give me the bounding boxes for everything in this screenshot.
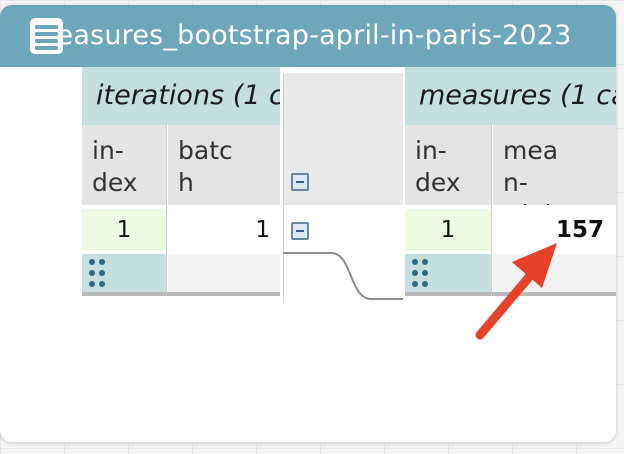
relation-curve	[283, 252, 403, 301]
relation-divider-column	[283, 73, 403, 303]
column-header-index[interactable]: in- dex	[82, 125, 166, 205]
cell-index[interactable]: 1	[82, 209, 166, 251]
cell-index-measures[interactable]: 1	[405, 209, 491, 251]
cell-batch-value: 1	[255, 217, 270, 243]
collection-header-measures[interactable]: measures (1 ca	[405, 67, 616, 125]
drag-handle-icon	[89, 259, 111, 287]
collapse-icon[interactable]	[291, 173, 309, 191]
collection-title-measures: measures (1 ca	[419, 80, 616, 111]
collapse-row-icon[interactable]	[291, 222, 309, 240]
cell-mean-high[interactable]: 157	[493, 209, 614, 251]
new-case-row-cell[interactable]	[168, 254, 280, 292]
table-icon[interactable]	[30, 18, 63, 54]
table-bottom-rule-measures	[405, 292, 616, 296]
column-label-index-measures: in- dex	[415, 136, 461, 197]
drag-handle-icon-measures	[412, 259, 434, 287]
cell-index-measures-value: 1	[440, 217, 456, 243]
column-header-batch[interactable]: batch	[168, 125, 280, 205]
new-case-row-cell-measures[interactable]	[493, 254, 616, 292]
column-label-mean-high: mean- High	[503, 136, 560, 205]
collection-header-iterations[interactable]: iterations (1 c	[82, 67, 280, 125]
cell-index-value: 1	[116, 217, 132, 243]
column-header-mean-high[interactable]: mean- High	[493, 125, 616, 205]
case-table-card: measures_bootstrap-april-in-paris-2023 i…	[0, 5, 616, 442]
new-case-row-handle-measures[interactable]	[405, 254, 491, 292]
column-header-index-measures[interactable]: in- dex	[405, 125, 491, 205]
cell-mean-high-value: 157	[555, 217, 604, 243]
cell-batch[interactable]: 1	[168, 209, 280, 251]
collection-title-iterations: iterations (1 c	[96, 80, 280, 111]
column-label-index: in- dex	[92, 136, 138, 197]
window-title: measures_bootstrap-april-in-paris-2023	[30, 20, 572, 51]
column-label-batch: batch	[178, 136, 233, 197]
table-bottom-rule	[82, 292, 280, 296]
column-divider-measures[interactable]	[491, 125, 492, 295]
title-bar[interactable]: measures_bootstrap-april-in-paris-2023	[0, 5, 616, 67]
new-case-row-handle[interactable]	[82, 254, 166, 292]
column-divider[interactable]	[166, 125, 167, 295]
